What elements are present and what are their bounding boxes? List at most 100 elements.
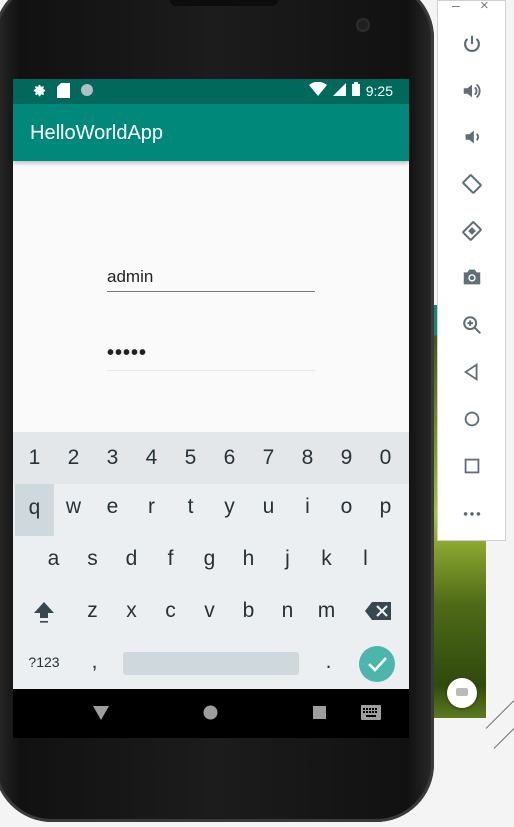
battery-icon xyxy=(351,82,360,99)
password-value: ••••• xyxy=(107,342,148,364)
key-0[interactable]: 0 xyxy=(366,435,405,481)
key-k[interactable]: k xyxy=(307,536,346,582)
letter-row-1: q w e r t y u i o p xyxy=(13,484,409,536)
key-w[interactable]: w xyxy=(54,484,93,530)
username-field[interactable]: admin xyxy=(107,267,315,292)
zoom-icon xyxy=(463,316,481,334)
shift-icon xyxy=(34,602,54,623)
period-key[interactable]: . xyxy=(309,639,348,685)
key-b[interactable]: b xyxy=(229,588,268,634)
wifi-icon xyxy=(308,81,327,99)
bottom-row: ?123 , . xyxy=(13,637,409,689)
key-s[interactable]: s xyxy=(73,536,112,582)
back-icon[interactable] xyxy=(93,706,109,720)
key-5[interactable]: 5 xyxy=(171,435,210,481)
minimize-button[interactable]: – xyxy=(452,0,460,13)
app-bar: HelloWorldApp xyxy=(13,104,409,161)
key-v[interactable]: v xyxy=(190,588,229,634)
key-8[interactable]: 8 xyxy=(288,435,327,481)
key-d[interactable]: d xyxy=(112,536,151,582)
speaker-grille xyxy=(170,0,278,6)
checkmark-icon xyxy=(368,657,387,672)
volume-up-icon xyxy=(463,83,481,99)
letter-row-3: z x c v b n m xyxy=(13,588,409,640)
more-dots-icon xyxy=(463,512,481,516)
key-n[interactable]: n xyxy=(268,588,307,634)
key-t[interactable]: t xyxy=(171,484,210,530)
power-icon xyxy=(464,35,480,53)
zoom-button[interactable] xyxy=(452,309,492,341)
key-u[interactable]: u xyxy=(249,484,288,530)
soft-keyboard: 1 2 3 4 5 6 7 8 9 0 q w e r t y u i o p … xyxy=(13,432,409,689)
key-6[interactable]: 6 xyxy=(210,435,249,481)
home-icon[interactable] xyxy=(203,705,218,720)
volume-down-icon xyxy=(465,130,479,144)
done-key[interactable] xyxy=(359,646,395,682)
clock: 9:25 xyxy=(365,82,393,99)
gear-icon xyxy=(31,83,47,99)
power-button[interactable] xyxy=(452,28,492,60)
key-c[interactable]: c xyxy=(151,588,190,634)
shift-key[interactable] xyxy=(24,588,64,634)
key-1[interactable]: 1 xyxy=(15,435,54,481)
username-value: admin xyxy=(107,267,154,286)
sd-card-icon xyxy=(55,83,71,99)
signal-icon xyxy=(332,82,346,99)
key-2[interactable]: 2 xyxy=(54,435,93,481)
floating-action-icon[interactable] xyxy=(447,678,477,708)
device-screen: 9:25 HelloWorldApp admin ••••• 1 2 3 4 5… xyxy=(13,79,409,738)
home-circle-icon xyxy=(464,411,480,427)
key-9[interactable]: 9 xyxy=(327,435,366,481)
toolbar-window-controls: – × xyxy=(438,0,505,15)
symbols-key[interactable]: ?123 xyxy=(21,639,67,685)
key-a[interactable]: a xyxy=(34,536,73,582)
close-button[interactable]: × xyxy=(480,0,489,14)
key-h[interactable]: h xyxy=(229,536,268,582)
key-r[interactable]: r xyxy=(132,484,171,530)
key-z[interactable]: z xyxy=(73,588,112,634)
home-button[interactable] xyxy=(452,403,492,435)
back-button[interactable] xyxy=(452,356,492,388)
key-y[interactable]: y xyxy=(210,484,249,530)
key-x[interactable]: x xyxy=(112,588,151,634)
rotate-left-button[interactable] xyxy=(452,168,492,200)
key-4[interactable]: 4 xyxy=(132,435,171,481)
key-7[interactable]: 7 xyxy=(249,435,288,481)
backspace-key[interactable] xyxy=(358,588,398,634)
key-p[interactable]: p xyxy=(366,484,405,530)
key-o[interactable]: o xyxy=(327,484,366,530)
key-i[interactable]: i xyxy=(288,484,327,530)
more-button[interactable] xyxy=(452,497,492,529)
comma-key[interactable]: , xyxy=(75,639,114,685)
front-camera xyxy=(356,18,370,32)
number-row: 1 2 3 4 5 6 7 8 9 0 xyxy=(13,432,409,484)
status-bar: 9:25 xyxy=(13,79,409,104)
backspace-icon xyxy=(365,602,391,620)
app-title: HelloWorldApp xyxy=(30,122,164,144)
key-g[interactable]: g xyxy=(190,536,229,582)
key-m[interactable]: m xyxy=(307,588,346,634)
volume-down-button[interactable] xyxy=(452,121,492,153)
space-bar[interactable] xyxy=(123,652,299,675)
key-3[interactable]: 3 xyxy=(93,435,132,481)
key-q[interactable]: q xyxy=(15,484,54,536)
keyboard-icon[interactable] xyxy=(361,705,381,720)
volume-up-button[interactable] xyxy=(452,75,492,107)
password-field[interactable]: ••••• xyxy=(107,342,315,371)
screenshot-button[interactable] xyxy=(452,261,492,293)
rotate-right-icon xyxy=(462,221,482,241)
overview-button[interactable] xyxy=(452,450,492,482)
rotate-left-icon xyxy=(462,174,482,194)
key-f[interactable]: f xyxy=(151,536,190,582)
letter-row-2: a s d f g h j k l xyxy=(13,536,409,588)
back-triangle-icon xyxy=(463,362,478,382)
recents-icon[interactable] xyxy=(313,706,326,719)
key-e[interactable]: e xyxy=(93,484,132,530)
overview-square-icon xyxy=(464,458,480,474)
navigation-bar xyxy=(13,689,409,738)
key-l[interactable]: l xyxy=(346,536,385,582)
rotate-right-button[interactable] xyxy=(452,215,492,247)
camera-icon xyxy=(463,269,481,285)
key-j[interactable]: j xyxy=(268,536,307,582)
emulator-toolbar: – × xyxy=(437,0,506,541)
